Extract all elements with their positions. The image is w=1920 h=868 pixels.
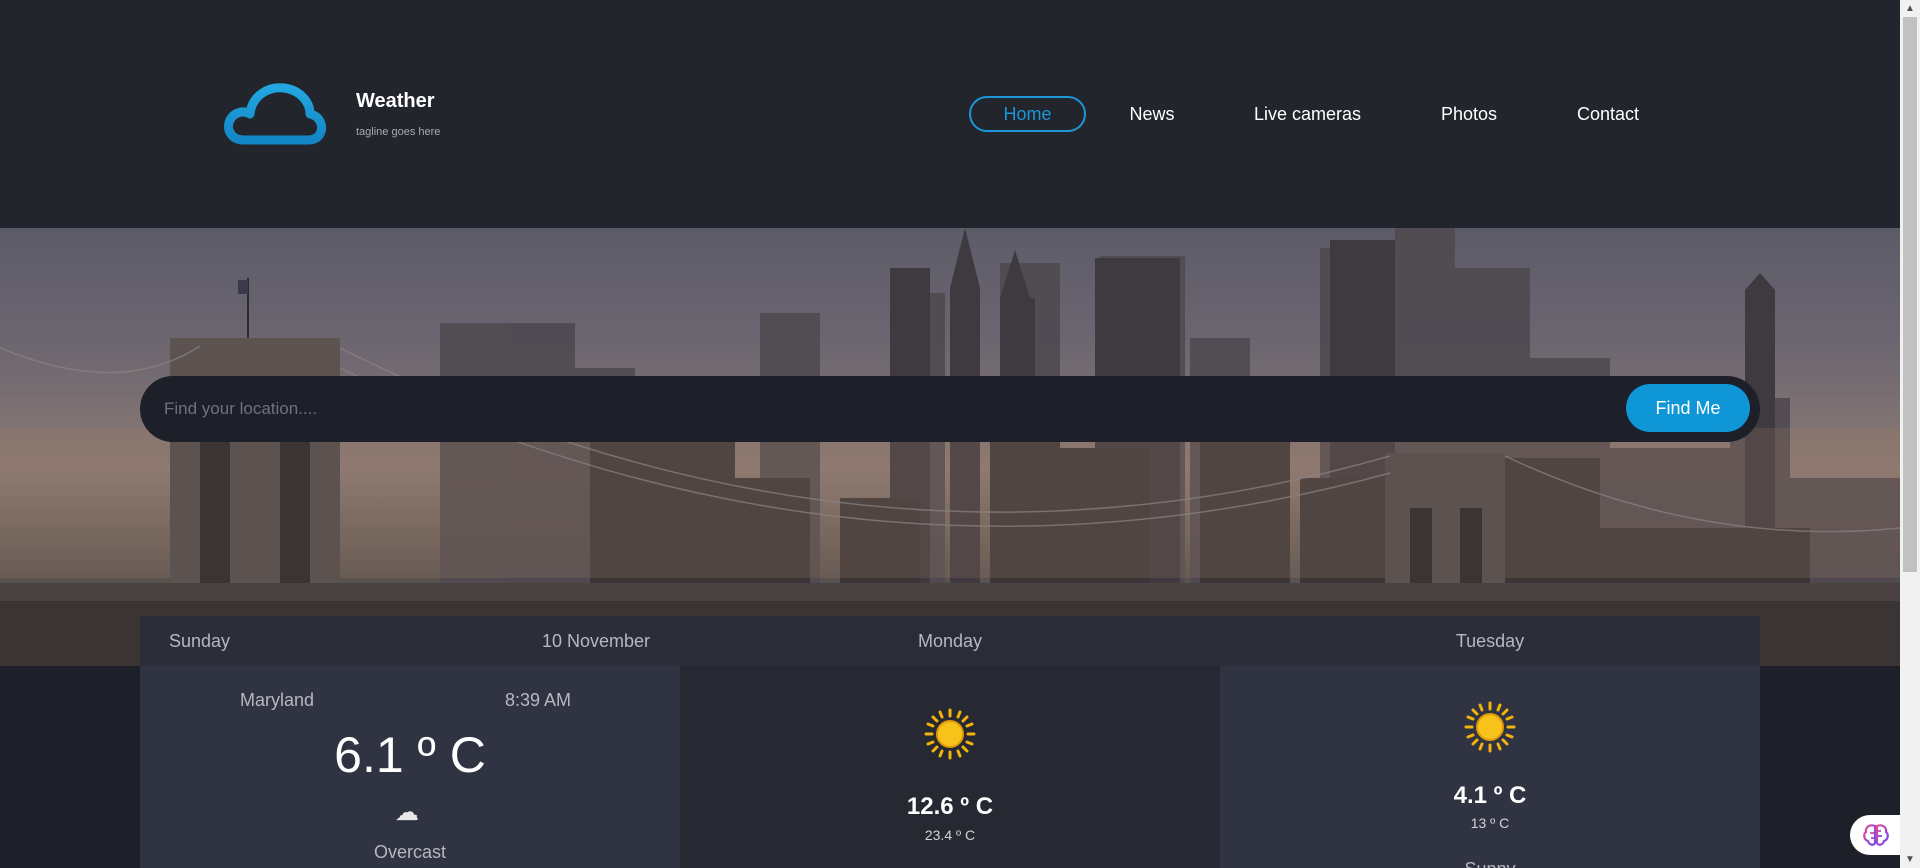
search-bar: Find Me [140, 376, 1760, 442]
main-nav: Home News Live cameras Photos Contact [0, 96, 1900, 132]
find-me-button[interactable]: Find Me [1626, 384, 1750, 432]
time-label: 8:39 AM [505, 690, 572, 710]
forecast-day-label: Monday [917, 631, 983, 651]
brain-icon [1863, 824, 1889, 846]
forecast-day-header: Tuesday [1220, 616, 1760, 666]
forecast-panel: Sunday 10 November Maryland 8:39 AM 6.1 … [140, 616, 1760, 868]
today-card: Sunday 10 November Maryland 8:39 AM 6.1 … [140, 616, 680, 868]
current-temperature: 6.1 º C [334, 727, 486, 783]
forecast-day-label: Tuesday [1455, 631, 1525, 651]
forecast-high-temp: 12.6 º C [906, 793, 994, 820]
current-condition: Overcast [373, 842, 447, 862]
nav-live-cameras[interactable]: Live cameras [1245, 96, 1370, 132]
scroll-down-arrow-icon[interactable]: ▼ [1900, 851, 1920, 868]
scroll-up-arrow-icon[interactable]: ▲ [1900, 0, 1920, 17]
today-day-label: Sunday [169, 631, 231, 651]
forecast-low-temp: 23.4 º C [924, 827, 976, 843]
nav-news[interactable]: News [1120, 96, 1184, 132]
hero-banner [0, 228, 1900, 666]
forecast-low-temp: 13 º C [1470, 815, 1510, 831]
today-date-label: 10 November [541, 631, 650, 651]
today-card-header: Sunday 10 November [140, 616, 680, 666]
location-search-input[interactable] [164, 376, 1494, 442]
assistant-button[interactable] [1850, 815, 1900, 855]
site-header: Weather tagline goes here Home News Live… [0, 0, 1900, 228]
forecast-day-card: Monday 12.6 º C 23.4 º C [680, 616, 1220, 868]
city-skyline-image [0, 228, 1900, 666]
nav-photos[interactable]: Photos [1433, 96, 1505, 132]
nav-home[interactable]: Home [969, 96, 1086, 132]
forecast-day-header: Monday [680, 616, 1220, 666]
cloud-icon: ☁ [395, 799, 419, 826]
scroll-thumb[interactable] [1903, 17, 1917, 572]
forecast-day-body [1220, 666, 1760, 868]
forecast-high-temp: 4.1 º C [1453, 782, 1527, 809]
nav-contact[interactable]: Contact [1567, 96, 1649, 132]
forecast-day-card: Tuesday 4.1 º C 13 º C Sunny [1220, 616, 1760, 868]
location-label: Maryland [240, 690, 315, 710]
sun-icon [924, 708, 976, 760]
forecast-condition: Sunny [1220, 859, 1760, 868]
vertical-scrollbar[interactable]: ▲ ▼ [1900, 0, 1920, 868]
sun-icon [1464, 701, 1516, 753]
